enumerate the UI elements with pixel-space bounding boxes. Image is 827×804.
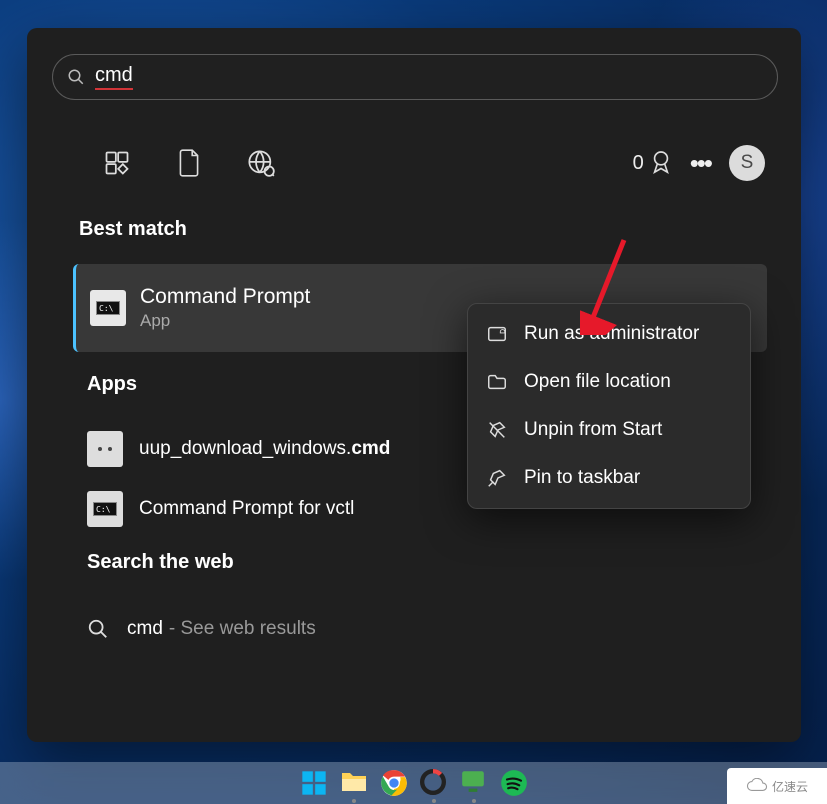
- medal-icon: [650, 150, 672, 176]
- cmd-app-icon: C:\: [87, 491, 123, 527]
- unpin-from-start[interactable]: Unpin from Start: [468, 406, 750, 454]
- taskbar[interactable]: [0, 762, 827, 804]
- spotify-icon[interactable]: [500, 769, 528, 797]
- search-box[interactable]: cmd: [52, 54, 778, 100]
- app-result-label: uup_download_windows.cmd: [139, 438, 390, 460]
- batch-file-icon: [87, 431, 123, 467]
- app-result-label: Command Prompt for vctl: [139, 498, 354, 520]
- open-file-location[interactable]: Open file location: [468, 358, 750, 406]
- best-match-heading: Best match: [79, 218, 187, 241]
- rewards-points: 0: [633, 152, 644, 175]
- ctx-label: Unpin from Start: [524, 419, 662, 441]
- start-button[interactable]: [300, 769, 328, 797]
- unpin-icon: [486, 419, 508, 441]
- pin-to-taskbar[interactable]: Pin to taskbar: [468, 454, 750, 502]
- start-search-panel: cmd 0 ••• S Best match C:\ Command Promp…: [27, 28, 801, 742]
- ctx-label: Open file location: [524, 371, 671, 393]
- file-explorer-icon[interactable]: [340, 769, 368, 797]
- watermark: 亿速云: [727, 768, 827, 804]
- app-icon-green[interactable]: [460, 769, 488, 797]
- app-icon-red[interactable]: [420, 769, 448, 797]
- admin-icon: [486, 323, 508, 345]
- cmd-app-icon: C:\: [90, 290, 126, 326]
- chrome-icon[interactable]: [380, 769, 408, 797]
- web-search-result[interactable]: cmd - See web results: [73, 600, 767, 658]
- user-avatar[interactable]: S: [729, 145, 765, 181]
- pin-icon: [486, 467, 508, 489]
- filter-tabs: 0 ••• S: [89, 130, 765, 196]
- documents-tab[interactable]: [161, 135, 217, 191]
- apps-heading: Apps: [87, 373, 137, 396]
- apps-tab[interactable]: [89, 135, 145, 191]
- result-subtitle: App: [140, 311, 310, 331]
- search-icon: [67, 68, 85, 86]
- context-menu: Run as administrator Open file location …: [467, 303, 751, 509]
- folder-icon: [486, 371, 508, 393]
- web-term: cmd: [127, 618, 163, 640]
- rewards-indicator[interactable]: 0: [633, 150, 672, 176]
- web-heading: Search the web: [87, 551, 234, 574]
- ctx-label: Pin to taskbar: [524, 467, 640, 489]
- search-icon: [87, 618, 109, 640]
- ctx-label: Run as administrator: [524, 323, 699, 345]
- search-input[interactable]: cmd: [95, 64, 133, 90]
- web-tab[interactable]: [233, 135, 289, 191]
- web-suffix: - See web results: [169, 618, 316, 640]
- result-title: Command Prompt: [140, 285, 310, 309]
- more-menu-button[interactable]: •••: [690, 148, 711, 179]
- run-as-administrator[interactable]: Run as administrator: [468, 310, 750, 358]
